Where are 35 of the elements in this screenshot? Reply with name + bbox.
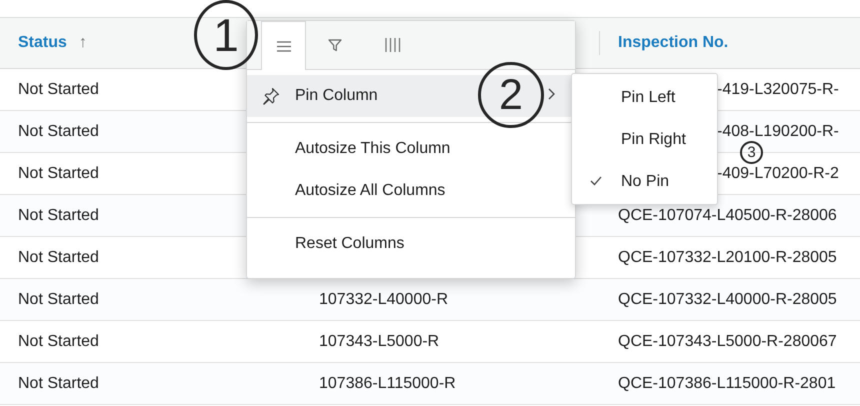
step-marker: 3 bbox=[740, 141, 763, 164]
step-marker: 2 bbox=[478, 62, 544, 128]
submenu-item[interactable]: Pin Left bbox=[572, 77, 717, 119]
table-cell: 107332-L40000-R bbox=[319, 290, 448, 308]
submenu-item[interactable]: No Pin bbox=[572, 161, 717, 203]
table-cell: 107386-L115000-R bbox=[319, 374, 456, 392]
table-cell: Not Started bbox=[18, 248, 99, 266]
table-cell: QCE-107332-L40000-R-28005 bbox=[618, 290, 837, 308]
sort-icon[interactable]: ↑ bbox=[78, 34, 87, 52]
table-cell: -409-L70200-R-2 bbox=[717, 164, 839, 182]
table-cell: QCE-107386-L115000-R-2801 bbox=[618, 374, 836, 392]
menu-item[interactable]: Autosize All Columns bbox=[247, 170, 575, 212]
table-cell: Not Started bbox=[18, 374, 99, 392]
menu-item[interactable]: Reset Columns bbox=[247, 223, 575, 265]
table-cell: Not Started bbox=[18, 206, 99, 224]
columns-icon bbox=[385, 38, 401, 52]
table-cell: Not Started bbox=[18, 332, 99, 350]
table-cell: QCE-107074-L40500-R-28006 bbox=[618, 206, 837, 224]
menu-item[interactable]: Autosize This Column bbox=[247, 128, 575, 170]
column-header[interactable]: Inspection No. bbox=[618, 34, 728, 51]
column-header[interactable]: Status bbox=[18, 34, 67, 52]
table-cell: QCE-107332-L20100-R-28005 bbox=[618, 248, 837, 266]
table-cell: Not Started bbox=[18, 290, 99, 308]
table-cell: 107343-L5000-R bbox=[319, 332, 440, 350]
table-cell: -408-L190200-R- bbox=[717, 122, 839, 140]
table-cell: Not Started bbox=[18, 164, 99, 182]
filter-icon bbox=[328, 38, 342, 52]
pin-icon bbox=[262, 87, 280, 105]
table-cell: Not Started bbox=[18, 122, 99, 140]
menu-icon bbox=[276, 40, 290, 52]
table-cell: -419-L320075-R- bbox=[717, 80, 839, 98]
table-cell: QCE-107343-L5000-R-280067 bbox=[618, 332, 837, 350]
step-marker: 1 bbox=[194, 0, 258, 70]
submenu-item[interactable]: Pin Right bbox=[572, 119, 717, 161]
table-cell: Not Started bbox=[18, 80, 99, 98]
